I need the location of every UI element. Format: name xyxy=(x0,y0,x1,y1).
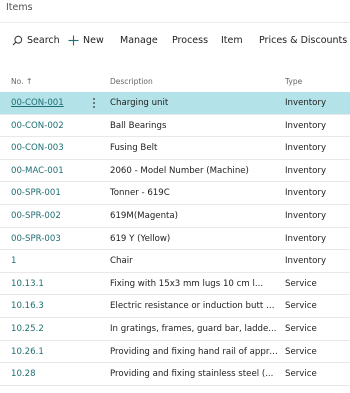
table-row[interactable]: 00-CON-003 Fusing Belt Inventory xyxy=(0,137,350,160)
item-no-link[interactable]: 00-CON-001 xyxy=(11,98,64,108)
search-button[interactable]: Search xyxy=(12,35,60,46)
item-no-link[interactable]: 10.13.1 xyxy=(11,279,44,289)
item-description: Tonner - 619C xyxy=(110,188,170,199)
page-title: Items xyxy=(6,2,33,13)
item-no-link[interactable]: 10.26.1 xyxy=(11,347,44,357)
prices-discounts-menu[interactable]: Prices & Discounts xyxy=(259,35,347,46)
column-header-type[interactable]: Type xyxy=(285,77,302,86)
item-no-link[interactable]: 00-SPR-001 xyxy=(11,188,61,198)
item-no-link[interactable]: 00-CON-002 xyxy=(11,121,64,131)
item-description: Fixing with 15x3 mm lugs 10 cm l... xyxy=(110,278,264,289)
item-type: Inventory xyxy=(285,98,327,108)
item-no-link[interactable]: 10.16.3 xyxy=(11,301,44,311)
item-no-link[interactable]: 10.28 xyxy=(11,369,36,379)
item-description: Providing and fixing hand rail of appro.… xyxy=(110,346,280,357)
search-label: Search xyxy=(27,35,60,46)
item-no-link[interactable]: 10.25.2 xyxy=(11,324,44,334)
item-description: Ball Bearings xyxy=(110,120,167,131)
item-type: Inventory xyxy=(285,210,327,221)
item-no-link[interactable]: 1 xyxy=(11,256,16,266)
table-row[interactable]: 10.16.3 Electric resistance or induction… xyxy=(0,295,350,318)
item-type: Inventory xyxy=(285,143,327,154)
table-row[interactable]: 00-SPR-003 619 Y (Yellow) Inventory xyxy=(0,228,350,251)
table-row[interactable]: 1 Chair Inventory xyxy=(0,250,350,273)
new-button[interactable]: New xyxy=(68,35,104,46)
manage-menu[interactable]: Manage xyxy=(120,35,158,46)
item-description: 2060 - Model Number (Machine) xyxy=(110,165,249,176)
new-label: New xyxy=(83,35,104,46)
item-type: Inventory xyxy=(285,233,327,244)
item-description: 619 Y (Yellow) xyxy=(110,233,171,244)
item-no-link[interactable]: 00-SPR-003 xyxy=(11,234,61,244)
item-description: Charging unit xyxy=(110,98,169,108)
header-divider xyxy=(0,22,350,23)
page-header: Items xyxy=(0,0,350,20)
item-type: Inventory xyxy=(285,188,327,199)
row-actions-ellipsis-icon[interactable] xyxy=(90,96,98,110)
plus-icon xyxy=(68,35,79,46)
table-row[interactable]: 00-SPR-001 Tonner - 619C Inventory xyxy=(0,182,350,205)
table-row[interactable]: 10.26.1 Providing and fixing hand rail o… xyxy=(0,341,350,364)
table-row[interactable]: 00-SPR-002 619M(Magenta) Inventory xyxy=(0,205,350,228)
column-header-description[interactable]: Description xyxy=(110,77,153,86)
item-description: Chair xyxy=(110,256,133,267)
search-icon xyxy=(12,35,23,46)
item-description: In gratings, frames, guard bar, ladde... xyxy=(110,323,277,334)
item-description: Electric resistance or induction butt we… xyxy=(110,301,280,312)
item-type: Service xyxy=(285,301,317,312)
item-type: Service xyxy=(285,323,317,334)
item-description: Providing and fixing stainless steel (..… xyxy=(110,369,274,380)
sort-ascending-icon: ↑ xyxy=(25,77,33,86)
process-menu[interactable]: Process xyxy=(172,35,208,46)
item-description: Fusing Belt xyxy=(110,143,158,154)
action-bar: Search New Manage Process Item Prices & … xyxy=(0,32,350,52)
item-type: Inventory xyxy=(285,120,327,131)
item-no-link[interactable]: 00-MAC-001 xyxy=(11,166,64,176)
table-row[interactable]: 00-CON-002 Ball Bearings Inventory xyxy=(0,115,350,138)
item-no-link[interactable]: 00-CON-003 xyxy=(11,143,64,153)
items-list: 00-CON-001 Charging unit Inventory 00-CO… xyxy=(0,92,350,386)
item-no-link[interactable]: 00-SPR-002 xyxy=(11,211,61,221)
table-row[interactable]: 00-MAC-001 2060 - Model Number (Machine)… xyxy=(0,160,350,183)
column-header-no[interactable]: No. ↑ xyxy=(11,77,33,86)
item-type: Inventory xyxy=(285,165,327,176)
item-description: 619M(Magenta) xyxy=(110,210,179,221)
list-header: No. ↑ Description Type xyxy=(0,74,350,90)
table-row[interactable]: 00-CON-001 Charging unit Inventory xyxy=(0,92,350,115)
item-type: Service xyxy=(285,346,317,357)
item-type: Inventory xyxy=(285,256,327,267)
item-type: Service xyxy=(285,278,317,289)
table-row[interactable]: 10.25.2 In gratings, frames, guard bar, … xyxy=(0,318,350,341)
item-menu[interactable]: Item xyxy=(221,35,243,46)
table-row[interactable]: 10.28 Providing and fixing stainless ste… xyxy=(0,363,350,386)
item-type: Service xyxy=(285,369,317,380)
table-row[interactable]: 10.13.1 Fixing with 15x3 mm lugs 10 cm l… xyxy=(0,273,350,296)
